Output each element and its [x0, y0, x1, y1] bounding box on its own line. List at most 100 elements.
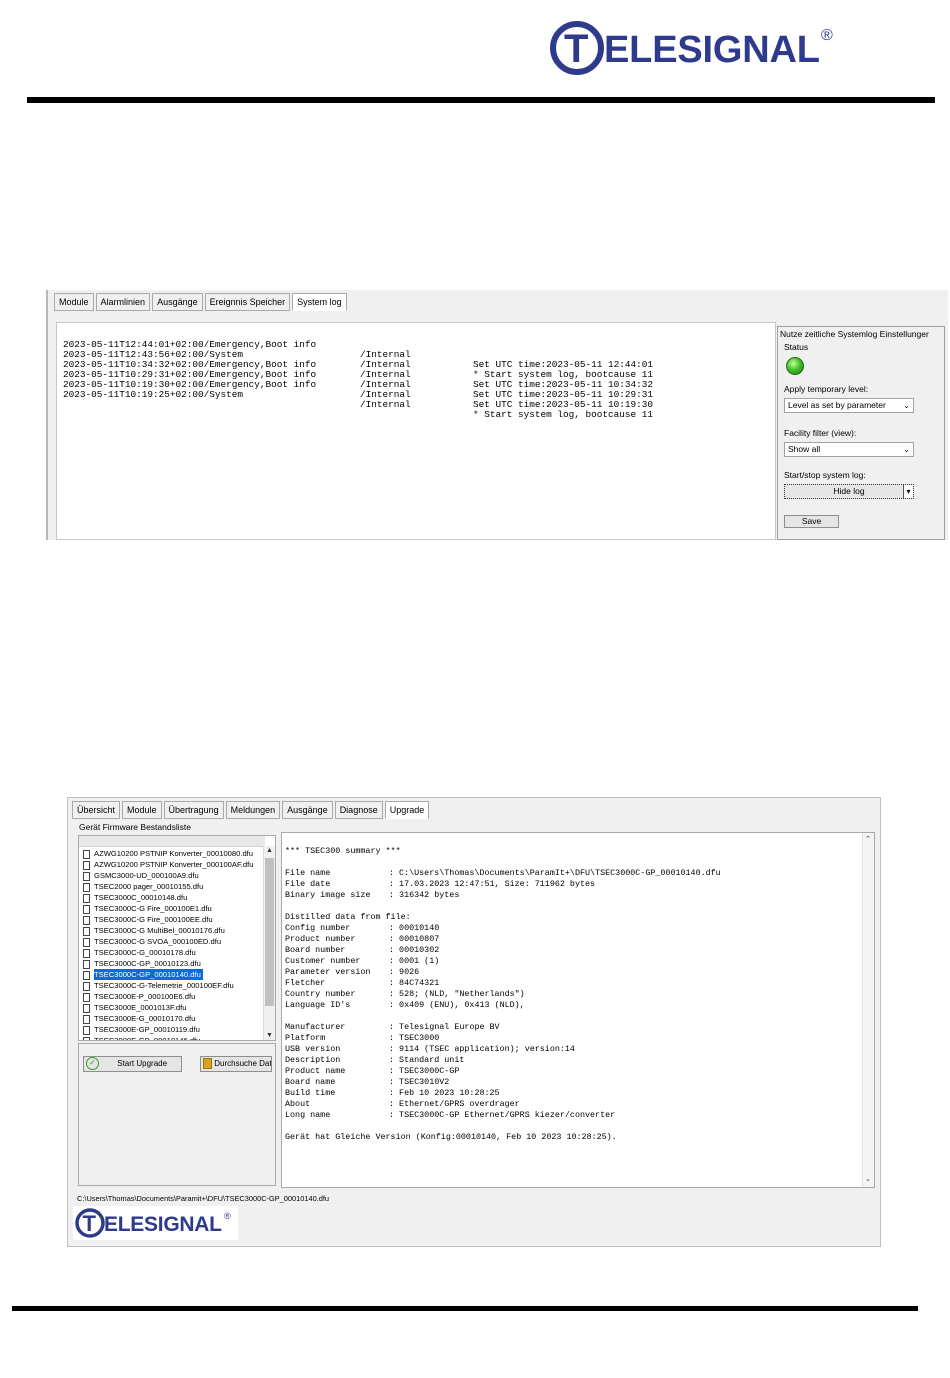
file-icon	[83, 926, 90, 936]
file-icon	[83, 849, 90, 859]
list-item[interactable]: TSEC3000C-GP_00010123.dfu	[81, 958, 201, 969]
tab-module[interactable]: Module	[54, 293, 94, 311]
summary-line: Board number: 00010302	[285, 945, 439, 955]
file-icon	[83, 948, 90, 958]
file-name: TSEC3000C-G Fire_000100EE.dfu	[94, 915, 213, 924]
list-scrollbar[interactable]: ▲ ▼	[263, 846, 275, 1040]
footer-rule	[12, 1306, 918, 1311]
list-item[interactable]: TSEC3000E-P_000100E6.dfu	[81, 991, 195, 1002]
summary-key: Config number	[285, 923, 351, 933]
list-item[interactable]: AZWG10200 PSTNIP Konverter_00010080.dfu	[81, 848, 253, 859]
file-name: TSEC3000E_0001013F.dfu	[94, 1003, 187, 1012]
file-icon	[83, 871, 90, 881]
file-name: TSEC3000C-G SVOA_000100ED.dfu	[94, 937, 222, 946]
scroll-down-icon[interactable]: ⌄	[865, 1175, 871, 1183]
file-name: TSEC2000 pager_00010155.dfu	[94, 882, 204, 891]
save-button[interactable]: Save	[784, 515, 839, 528]
system-log-list[interactable]: 2023-05-11T12:44:01+02:00/Emergency,Boot…	[56, 322, 776, 540]
file-icon	[83, 1003, 90, 1013]
header-rule	[27, 97, 935, 103]
tab-meldungen[interactable]: Meldungen	[225, 801, 281, 819]
level-select[interactable]: Level as set by parameter ⌄	[784, 398, 914, 413]
tab-system-log[interactable]: System log	[292, 293, 347, 311]
list-item[interactable]: TSEC3000E-G_00010170.dfu	[81, 1013, 195, 1024]
summary-key: Fletcher	[285, 978, 326, 988]
file-name: TSEC3000C_00010148.dfu	[94, 893, 188, 902]
summary-key: Product name	[285, 1066, 346, 1076]
summary-value: : 528; (NLD, "Netherlands")	[389, 989, 525, 999]
tab-ausgaenge[interactable]: Ausgänge	[152, 293, 203, 311]
list-item[interactable]: TSEC3000C-G MultiBel_00010176.dfu	[81, 925, 225, 936]
facility-filter-select[interactable]: Show all ⌄	[784, 442, 914, 457]
tab-upgrade[interactable]: Upgrade	[384, 801, 430, 819]
list-item[interactable]: TSEC3000E_0001013F.dfu	[81, 1002, 186, 1013]
summary-key: Platform	[285, 1033, 326, 1043]
facility-filter-label: Facility filter (view):	[784, 428, 857, 438]
summary-value: : 9026	[389, 967, 420, 977]
output-scrollbar[interactable]: ⌃ ⌄	[862, 833, 874, 1187]
summary-line: Description: Standard unit	[285, 1055, 464, 1065]
summary-value: : 17.03.2023 12:47:51, Size: 711962 byte…	[389, 879, 596, 889]
log-message: * Start system log, bootcause 11	[473, 409, 654, 420]
tab-module[interactable]: Module	[122, 801, 162, 819]
tab-uebertragung[interactable]: Übertragung	[163, 801, 224, 819]
summary-line: Build time: Feb 10 2023 10:28:25	[285, 1088, 500, 1098]
start-stop-select[interactable]: Hide log ▾	[784, 484, 914, 499]
tab-uebersicht[interactable]: Übersicht	[72, 801, 121, 819]
summary-value: : 00010807	[389, 934, 440, 944]
tab-alarmlinien[interactable]: Alarmlinien	[95, 293, 151, 311]
summary-value: : 316342 bytes	[389, 890, 460, 900]
list-header	[79, 836, 265, 847]
list-item[interactable]: TSEC2000 pager_00010155.dfu	[81, 881, 203, 892]
summary-line: Long name: TSEC3000C-GP Ethernet/GPRS ki…	[285, 1110, 615, 1120]
scrollbar-thumb[interactable]	[265, 858, 274, 1006]
list-item[interactable]: TSEC3000C-G SVOA_000100ED.dfu	[81, 936, 221, 947]
file-icon	[83, 1036, 90, 1040]
file-name: TSEC3000E-G_00010170.dfu	[94, 1014, 196, 1023]
tab-ausgaenge[interactable]: Ausgänge	[282, 801, 333, 819]
version-result-line: Gerät hat Gleiche Version (Konfig:000101…	[285, 1132, 617, 1142]
list-item[interactable]: TSEC3000C-G_00010178.dfu	[81, 947, 196, 958]
summary-key: About	[285, 1099, 311, 1109]
start-upgrade-button[interactable]: ✓ Start Upgrade	[83, 1056, 182, 1072]
list-item[interactable]: AZWG10200 PSTNIP Konverter_000100AF.dfu	[81, 859, 253, 870]
list-item[interactable]: TSEC3000E-GP_00010119.dfu	[81, 1024, 200, 1035]
start-upgrade-label: Start Upgrade	[117, 1059, 168, 1068]
summary-line: File date : 17.03.2023 12:47:51, Size: 71…	[285, 879, 595, 889]
summary-line: Config number: 00010140	[285, 923, 439, 933]
summary-line: Language ID's: 0x409 (ENU), 0x413 (NLD),	[285, 1000, 525, 1010]
summary-value: : TSEC3000C-GP	[389, 1066, 460, 1076]
summary-key: Parameter version	[285, 967, 371, 977]
scroll-up-icon[interactable]: ▲	[266, 847, 273, 854]
summary-line: USB version: 9114 (TSEC application); ve…	[285, 1044, 575, 1054]
summary-key: Customer number	[285, 956, 361, 966]
tab-diagnose[interactable]: Diagnose	[334, 801, 383, 819]
system-log-screenshot: Module Alarmlinien Ausgänge Ereignnis Sp…	[46, 290, 948, 540]
list-item[interactable]: TSEC3000E-GP_00010146.dfu	[81, 1035, 200, 1040]
summary-value: : TSEC3000	[389, 1033, 440, 1043]
tab-ereignis-speicher[interactable]: Ereignnis Speicher	[204, 293, 291, 311]
summary-value: : C:\Users\Thomas\Documents\ParamIt+\DFU…	[389, 868, 721, 878]
logo-registered: ®	[821, 27, 833, 44]
firmware-file-list[interactable]: AZWG10200 PSTNIP Konverter_00010080.dfu A…	[78, 835, 276, 1041]
start-stop-value: Hide log	[833, 486, 865, 496]
file-icon	[83, 1025, 90, 1035]
list-item[interactable]: TSEC3000C-GP_00010140.dfu	[81, 969, 203, 980]
list-item[interactable]: TSEC3000C-G Fire_000100E1.dfu	[81, 903, 212, 914]
file-icon	[83, 893, 90, 903]
chevron-down-icon: ⌄	[903, 401, 910, 410]
browse-button[interactable]: Durchsuche Dat	[200, 1056, 272, 1072]
file-icon	[83, 981, 90, 991]
list-item[interactable]: GSMC3000-UD_000100A9.dfu	[81, 870, 199, 881]
summary-value: : 0x409 (ENU), 0x413 (NLD),	[389, 1000, 525, 1010]
list-item[interactable]: TSEC3000C-G Fire_000100EE.dfu	[81, 914, 213, 925]
file-icon	[83, 970, 90, 980]
list-item[interactable]: TSEC3000C-G-Telemetrie_000100EF.dfu	[81, 980, 234, 991]
file-name: TSEC3000C-GP_00010140.dfu	[94, 969, 203, 980]
summary-key: File date	[285, 879, 331, 889]
list-item[interactable]: TSEC3000C_00010148.dfu	[81, 892, 187, 903]
scroll-up-icon[interactable]: ⌃	[865, 835, 871, 843]
firmware-summary-output[interactable]: *** TSEC300 summary *** File name: C:\Us…	[281, 832, 875, 1188]
telesignal-logo-small: T ELESIGNAL ®	[73, 1206, 238, 1240]
scroll-down-icon[interactable]: ▼	[266, 1032, 273, 1039]
